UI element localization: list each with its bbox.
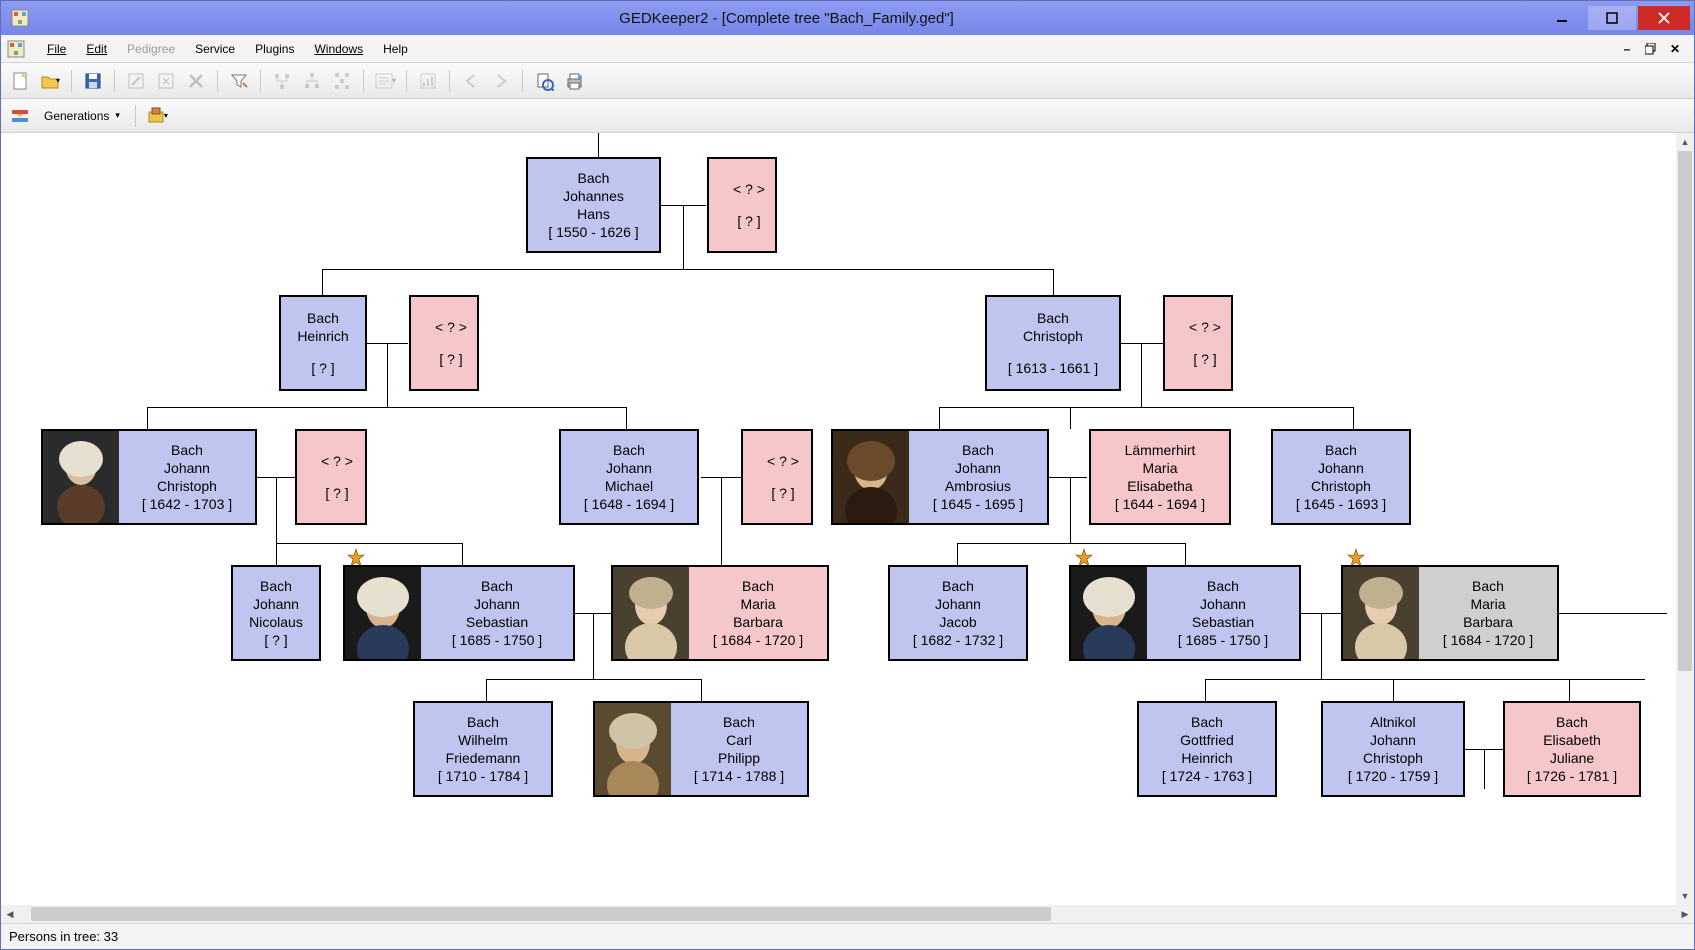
save-button[interactable]	[80, 68, 106, 94]
scroll-right-icon[interactable]: ▶	[1676, 905, 1694, 923]
mdi-close-button[interactable]: ✕	[1666, 41, 1684, 57]
print-preview-button[interactable]	[531, 68, 557, 94]
person-carl-philipp[interactable]: BachCarlPhilipp[ 1714 - 1788 ]	[593, 701, 809, 797]
person-unknown-spouse-4[interactable]: < ? >[ ? ]	[295, 429, 367, 525]
portrait-icon	[1071, 567, 1147, 659]
app-icon	[11, 9, 29, 27]
minimize-button[interactable]	[1538, 6, 1586, 30]
app-icon-small	[7, 40, 25, 58]
person-altnikol[interactable]: AltnikolJohannChristoph[ 1720 - 1759 ]	[1321, 701, 1465, 797]
titlebar: GEDKeeper2 - [Complete tree "Bach_Family…	[1, 1, 1694, 35]
nav-forward-button[interactable]	[488, 68, 514, 94]
portrait-icon	[43, 431, 119, 523]
collapse-button[interactable]	[7, 103, 33, 129]
person-js-bach-right[interactable]: BachJohannSebastian[ 1685 - 1750 ]	[1069, 565, 1301, 661]
scroll-left-icon[interactable]: ◀	[1, 905, 19, 923]
tree-canvas[interactable]: BachJohannesHans[ 1550 - 1626 ] < ? >[ ?…	[1, 133, 1694, 923]
horizontal-scrollbar[interactable]: ◀ ▶	[1, 905, 1694, 923]
pedigree-button[interactable]: ▾	[372, 68, 398, 94]
portrait-icon	[613, 567, 689, 659]
scroll-up-icon[interactable]: ▲	[1676, 133, 1694, 151]
tree-canvas-area: BachJohannesHans[ 1550 - 1626 ] < ? >[ ?…	[1, 133, 1694, 923]
window-title: GEDKeeper2 - [Complete tree "Bach_Family…	[35, 10, 1538, 27]
person-gottfried-heinrich[interactable]: BachGottfriedHeinrich[ 1724 - 1763 ]	[1137, 701, 1277, 797]
person-nicolaus[interactable]: BachJohannNicolaus[ ? ]	[231, 565, 321, 661]
stats-button[interactable]	[415, 68, 441, 94]
main-toolbar: ▾ ▾	[1, 63, 1694, 99]
person-johann-christoph-1642[interactable]: BachJohannChristoph[ 1642 - 1703 ]	[41, 429, 257, 525]
person-johann-michael[interactable]: BachJohannMichael[ 1648 - 1694 ]	[559, 429, 699, 525]
mdi-restore-button[interactable]	[1642, 41, 1660, 57]
maximize-button[interactable]	[1588, 6, 1636, 30]
edit-record2-button[interactable]	[153, 68, 179, 94]
menu-plugins[interactable]: Plugins	[245, 38, 304, 60]
portrait-icon	[595, 703, 671, 795]
person-unknown-spouse-3[interactable]: < ? >[ ? ]	[1163, 295, 1233, 391]
person-christoph[interactable]: BachChristoph[ 1613 - 1661 ]	[985, 295, 1121, 391]
print-button[interactable]	[561, 68, 587, 94]
scroll-thumb[interactable]	[1678, 151, 1692, 671]
scroll-thumb[interactable]	[31, 907, 1051, 921]
secondary-toolbar: Generations ▾ ▾	[1, 99, 1694, 133]
close-button[interactable]	[1638, 6, 1690, 30]
person-unknown-spouse-1[interactable]: < ? >[ ? ]	[707, 157, 777, 253]
open-file-button[interactable]: ▾	[37, 68, 63, 94]
person-johann-ambrosius[interactable]: BachJohannAmbrosius[ 1645 - 1695 ]	[831, 429, 1049, 525]
person-js-bach-left[interactable]: BachJohannSebastian[ 1685 - 1750 ]	[343, 565, 575, 661]
statusbar: Persons in tree: 33	[1, 923, 1694, 949]
menu-service[interactable]: Service	[185, 38, 245, 60]
menu-pedigree[interactable]: Pedigree	[117, 38, 185, 60]
delete-record-button[interactable]	[183, 68, 209, 94]
tree-options-button[interactable]: ▾	[144, 103, 170, 129]
person-wilhelm-friedemann[interactable]: BachWilhelmFriedemann[ 1710 - 1784 ]	[413, 701, 553, 797]
person-lammerhirt[interactable]: LämmerhirtMariaElisabetha[ 1644 - 1694 ]	[1089, 429, 1231, 525]
tree-descendants-button[interactable]	[299, 68, 325, 94]
generations-label: Generations	[44, 109, 109, 123]
person-heinrich[interactable]: BachHeinrich[ ? ]	[279, 295, 367, 391]
tree-both-button[interactable]	[329, 68, 355, 94]
portrait-icon	[833, 431, 909, 523]
new-file-button[interactable]	[7, 68, 33, 94]
menubar: File Edit Pedigree Service Plugins Windo…	[1, 35, 1694, 63]
menu-edit[interactable]: Edit	[76, 38, 117, 60]
scroll-down-icon[interactable]: ▼	[1676, 887, 1694, 905]
edit-record-button[interactable]	[123, 68, 149, 94]
person-johannes[interactable]: BachJohannesHans[ 1550 - 1626 ]	[526, 157, 661, 253]
menu-file[interactable]: File	[37, 38, 76, 60]
menu-help[interactable]: Help	[373, 38, 418, 60]
tree-ancestors-button[interactable]	[269, 68, 295, 94]
person-elisabeth-juliane[interactable]: BachElisabethJuliane[ 1726 - 1781 ]	[1503, 701, 1641, 797]
portrait-icon	[345, 567, 421, 659]
chevron-down-icon: ▾	[115, 110, 120, 121]
filter-button[interactable]	[226, 68, 252, 94]
person-johann-christoph-1645[interactable]: BachJohannChristoph[ 1645 - 1693 ]	[1271, 429, 1411, 525]
person-unknown-spouse-2[interactable]: < ? >[ ? ]	[409, 295, 479, 391]
nav-back-button[interactable]	[458, 68, 484, 94]
status-persons-count: Persons in tree: 33	[9, 929, 118, 944]
vertical-scrollbar[interactable]: ▲ ▼	[1676, 133, 1694, 905]
person-maria-barbara-left[interactable]: BachMariaBarbara[ 1684 - 1720 ]	[611, 565, 829, 661]
mdi-minimize-button[interactable]: –	[1618, 41, 1636, 57]
person-maria-barbara-right[interactable]: BachMariaBarbara[ 1684 - 1720 ]	[1341, 565, 1559, 661]
generations-dropdown[interactable]: Generations ▾	[37, 103, 127, 129]
person-unknown-spouse-5[interactable]: < ? >[ ? ]	[741, 429, 813, 525]
person-johann-jacob[interactable]: BachJohannJacob[ 1682 - 1732 ]	[888, 565, 1028, 661]
menu-windows[interactable]: Windows	[304, 38, 373, 60]
portrait-icon	[1343, 567, 1419, 659]
